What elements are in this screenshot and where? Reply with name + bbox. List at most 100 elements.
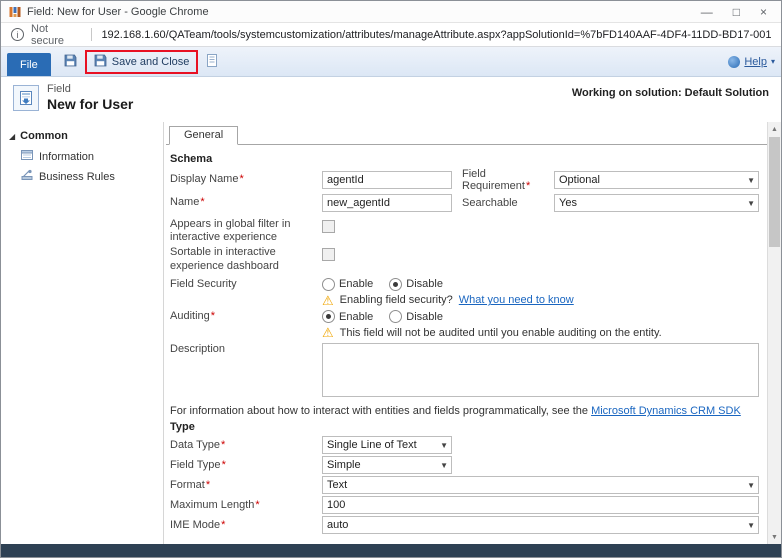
dropdown-arrow-icon: ▼: [747, 176, 755, 185]
auditing-disable-option[interactable]: Disable: [389, 310, 443, 323]
save-button[interactable]: [61, 52, 80, 72]
browser-titlebar: Field: New for User - Google Chrome — □ …: [1, 1, 781, 23]
address-bar[interactable]: i Not secure 192.168.1.60/QATeam/tools/s…: [1, 23, 781, 47]
field-security-warning: ⚠ Enabling field security? What you need…: [322, 294, 759, 307]
not-secure-label: Not secure: [31, 23, 82, 47]
save-and-close-button[interactable]: Save and Close: [90, 53, 194, 71]
address-url[interactable]: 192.168.1.60/QATeam/tools/systemcustomiz…: [101, 29, 771, 41]
scroll-down-button[interactable]: ▼: [768, 530, 781, 544]
sdk-link[interactable]: Microsoft Dynamics CRM SDK: [591, 405, 741, 417]
description-textarea[interactable]: [322, 343, 759, 397]
expand-arrow-icon: ◢: [9, 132, 15, 141]
data-type-label: Data Type*: [170, 439, 322, 452]
enable-option-label: Enable: [339, 278, 373, 290]
auditing-enable-option[interactable]: Enable: [322, 310, 373, 323]
searchable-label: Searchable: [462, 197, 554, 209]
field-security-disable-option[interactable]: Disable: [389, 278, 443, 291]
name-input[interactable]: [322, 194, 452, 212]
footer-bar: [1, 544, 781, 557]
information-icon: [21, 149, 33, 164]
sidebar: ◢ Common Information Business Rules: [1, 122, 163, 544]
field-form: Schema Display Name* Field Requirement* …: [164, 145, 767, 544]
schema-heading: Schema: [170, 153, 759, 165]
scroll-up-button[interactable]: ▲: [768, 122, 781, 136]
data-type-select[interactable]: Single Line of Text ▼: [322, 436, 452, 454]
searchable-value: Yes: [559, 197, 577, 209]
field-type-value: Simple: [327, 459, 361, 471]
sdk-note: For information about how to interact wi…: [170, 405, 759, 417]
warning-icon: ⚠: [322, 294, 334, 307]
format-select[interactable]: Text ▼: [322, 476, 759, 494]
ribbon-secondary-button[interactable]: [203, 52, 221, 72]
auditing-warning: ⚠ This field will not be audited until y…: [322, 326, 759, 339]
close-button[interactable]: ×: [760, 5, 767, 19]
chrome-favicon-icon: [9, 6, 21, 18]
field-entity-icon: [13, 85, 39, 111]
field-security-enable-radio[interactable]: [322, 278, 335, 291]
business-rules-icon: [21, 169, 33, 184]
dropdown-arrow-icon: ▼: [747, 521, 755, 530]
sortable-checkbox[interactable]: [322, 248, 335, 261]
crm-ribbon: File Save and Close Help ▾: [1, 47, 781, 77]
enable-option-label: Enable: [339, 311, 373, 323]
scrollbar-thumb[interactable]: [769, 137, 780, 247]
maximum-length-label: Maximum Length*: [170, 499, 322, 512]
auditing-warning-text: This field will not be audited until you…: [340, 327, 662, 339]
tab-general[interactable]: General: [169, 126, 238, 145]
disable-option-label: Disable: [406, 278, 443, 290]
page-title: New for User: [47, 96, 133, 112]
content-scrollbar[interactable]: ▲ ▼: [767, 122, 781, 544]
main-content: General Schema Display Name* Field Requi…: [163, 122, 767, 544]
auditing-label: Auditing*: [170, 310, 322, 323]
field-security-warning-text: Enabling field security?: [340, 294, 453, 306]
help-button[interactable]: Help ▾: [728, 56, 775, 68]
help-label: Help: [744, 56, 767, 68]
body-area: ◢ Common Information Business Rules Gene…: [1, 122, 767, 544]
field-security-label: Field Security: [170, 278, 322, 291]
tab-strip: General: [166, 124, 767, 145]
format-value: Text: [327, 479, 347, 491]
nav-group-common[interactable]: ◢ Common: [9, 130, 159, 142]
disable-option-label: Disable: [406, 311, 443, 323]
minimize-button[interactable]: —: [701, 5, 713, 19]
save-and-close-icon: [94, 54, 107, 70]
format-label: Format*: [170, 479, 322, 492]
global-filter-label: Appears in global filter in interactive …: [170, 218, 322, 244]
maximum-length-input[interactable]: [322, 496, 759, 514]
dropdown-arrow-icon: ▼: [440, 441, 448, 450]
field-security-enable-option[interactable]: Enable: [322, 278, 373, 291]
sidebar-item-information[interactable]: Information: [21, 149, 159, 164]
ime-mode-select[interactable]: auto ▼: [322, 516, 759, 534]
maximize-button[interactable]: □: [733, 5, 740, 19]
info-icon[interactable]: i: [11, 28, 24, 41]
sidebar-item-business-rules[interactable]: Business Rules: [21, 169, 159, 184]
display-name-label: Display Name*: [170, 173, 322, 186]
document-icon: [206, 54, 218, 70]
dropdown-arrow-icon: ▼: [440, 461, 448, 470]
warning-icon: ⚠: [322, 326, 334, 339]
window-title: Field: New for User - Google Chrome: [27, 6, 701, 18]
file-tab[interactable]: File: [7, 53, 51, 76]
auditing-enable-radio[interactable]: [322, 310, 335, 323]
auditing-disable-radio[interactable]: [389, 310, 402, 323]
field-security-disable-radio[interactable]: [389, 278, 402, 291]
entity-type-label: Field: [47, 83, 133, 95]
save-icon: [64, 54, 77, 70]
field-requirement-select[interactable]: Optional ▼: [554, 171, 759, 189]
sidebar-item-label: Business Rules: [39, 171, 115, 183]
display-name-input[interactable]: [322, 171, 452, 189]
nav-group-label: Common: [20, 130, 68, 142]
url-separator: [91, 28, 92, 41]
browser-window: Field: New for User - Google Chrome — □ …: [0, 0, 782, 558]
field-type-select[interactable]: Simple ▼: [322, 456, 452, 474]
field-requirement-label: Field Requirement*: [462, 168, 554, 192]
annotation-highlight-box: Save and Close: [85, 50, 199, 74]
searchable-select[interactable]: Yes ▼: [554, 194, 759, 212]
what-you-need-to-know-link[interactable]: What you need to know: [459, 294, 574, 306]
global-filter-checkbox[interactable]: [322, 220, 335, 233]
solution-status: Working on solution: Default Solution: [572, 83, 769, 122]
description-label: Description: [170, 343, 322, 356]
field-type-label: Field Type*: [170, 459, 322, 472]
help-caret-icon: ▾: [771, 57, 775, 66]
type-heading: Type: [170, 421, 759, 433]
